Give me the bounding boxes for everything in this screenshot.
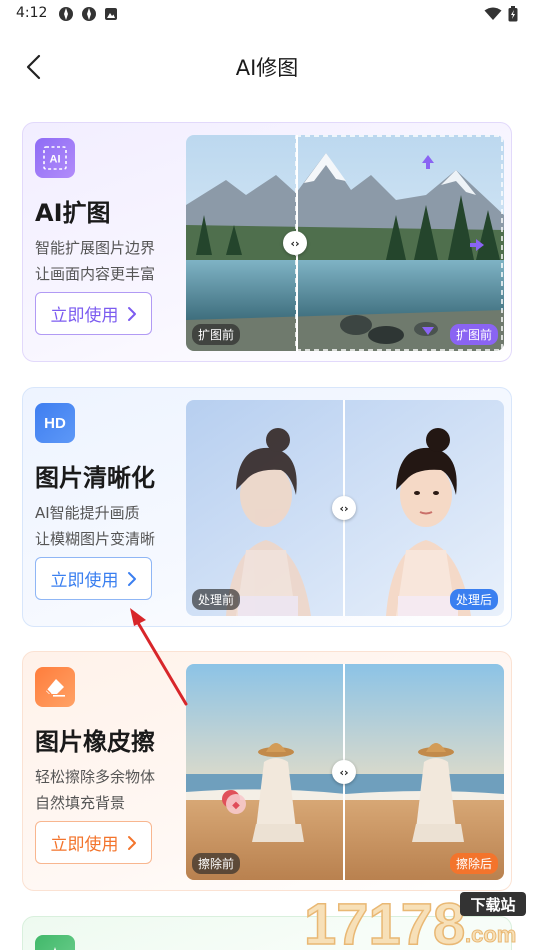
before-tag: 擦除前 xyxy=(192,853,241,874)
chevron-right-icon xyxy=(127,306,136,321)
chevron-right-icon xyxy=(127,835,136,850)
feature-card-enhance[interactable]: HD 图片清晰化 AI智能提升画质 让模糊图片变清晰 立即使用 ‹› 处理前 处… xyxy=(22,387,512,627)
feature-title: 图片橡皮擦 xyxy=(35,728,155,756)
before-after-preview[interactable]: ‹› 处理前 处理后 xyxy=(186,400,504,616)
svg-text:.com: .com xyxy=(465,922,516,947)
watermark-logo: 17178 下载站 .com xyxy=(300,888,532,950)
before-tag: 扩图前 xyxy=(192,324,241,345)
wifi-icon xyxy=(484,7,502,20)
status-time: 4:12 xyxy=(16,5,48,21)
notification-app-icon xyxy=(59,7,73,21)
landscape-preview-image xyxy=(186,135,504,351)
after-tag: 扩图前 xyxy=(449,324,498,345)
use-now-button[interactable]: 立即使用 xyxy=(35,821,152,864)
svg-text:AI: AI xyxy=(50,154,61,166)
status-system xyxy=(484,6,518,22)
chevron-right-icon xyxy=(127,571,136,586)
feature-card-ai-expand[interactable]: AI AI扩图 智能扩展图片边界 让画面内容更丰富 立即使用 ‹› 扩图前 扩图… xyxy=(22,122,512,362)
sparkle-icon xyxy=(35,935,75,950)
after-tag: 处理后 xyxy=(449,589,498,610)
compare-slider-handle[interactable]: ‹› xyxy=(332,496,356,520)
ai-expand-icon: AI xyxy=(35,138,75,178)
compare-slider-handle[interactable]: ‹› xyxy=(332,760,356,784)
feature-card-eraser[interactable]: 图片橡皮擦 轻松擦除多余物体 自然填充背景 立即使用 ◆ ‹› 擦除前 擦除后 xyxy=(22,651,512,891)
feature-desc-line: 让画面内容更丰富 xyxy=(35,265,156,283)
feature-description: 智能扩展图片边界 让画面内容更丰富 xyxy=(35,235,155,287)
feature-title: AI扩图 xyxy=(35,199,111,227)
feature-desc-line: AI智能提升画质 xyxy=(35,504,140,522)
status-bar: 4:12 xyxy=(0,0,534,30)
use-now-label: 立即使用 xyxy=(50,835,119,855)
svg-text:◆: ◆ xyxy=(232,800,240,811)
page-title: AI修图 xyxy=(235,56,299,80)
battery-icon xyxy=(508,6,518,22)
svg-text:下载站: 下载站 xyxy=(470,896,515,914)
use-now-button[interactable]: 立即使用 xyxy=(35,292,152,335)
use-now-button[interactable]: 立即使用 xyxy=(35,557,152,600)
feature-description: 轻松擦除多余物体 自然填充背景 xyxy=(35,764,155,816)
after-tag: 擦除后 xyxy=(449,853,498,874)
feature-desc-line: 轻松擦除多余物体 xyxy=(35,768,156,786)
notification-image-icon xyxy=(105,8,117,20)
use-now-label: 立即使用 xyxy=(50,571,119,591)
before-after-preview[interactable]: ‹› 扩图前 扩图前 xyxy=(186,135,504,351)
feature-title: 图片清晰化 xyxy=(35,464,155,492)
annotation-arrow xyxy=(130,608,188,706)
feature-desc-line: 自然填充背景 xyxy=(35,794,126,812)
compare-slider-handle[interactable]: ‹› xyxy=(283,231,307,255)
eraser-icon xyxy=(35,667,75,707)
status-notifications xyxy=(58,6,118,22)
use-now-label: 立即使用 xyxy=(50,306,119,326)
notification-app-icon xyxy=(82,7,96,21)
feature-desc-line: 让模糊图片变清晰 xyxy=(35,530,156,548)
feature-description: AI智能提升画质 让模糊图片变清晰 xyxy=(35,500,155,552)
hd-icon: HD xyxy=(35,403,75,443)
feature-desc-line: 智能扩展图片边界 xyxy=(35,239,156,257)
header: AI修图 xyxy=(0,40,534,92)
svg-text:17178: 17178 xyxy=(304,892,465,950)
before-after-preview[interactable]: ◆ ‹› 擦除前 擦除后 xyxy=(186,664,504,880)
